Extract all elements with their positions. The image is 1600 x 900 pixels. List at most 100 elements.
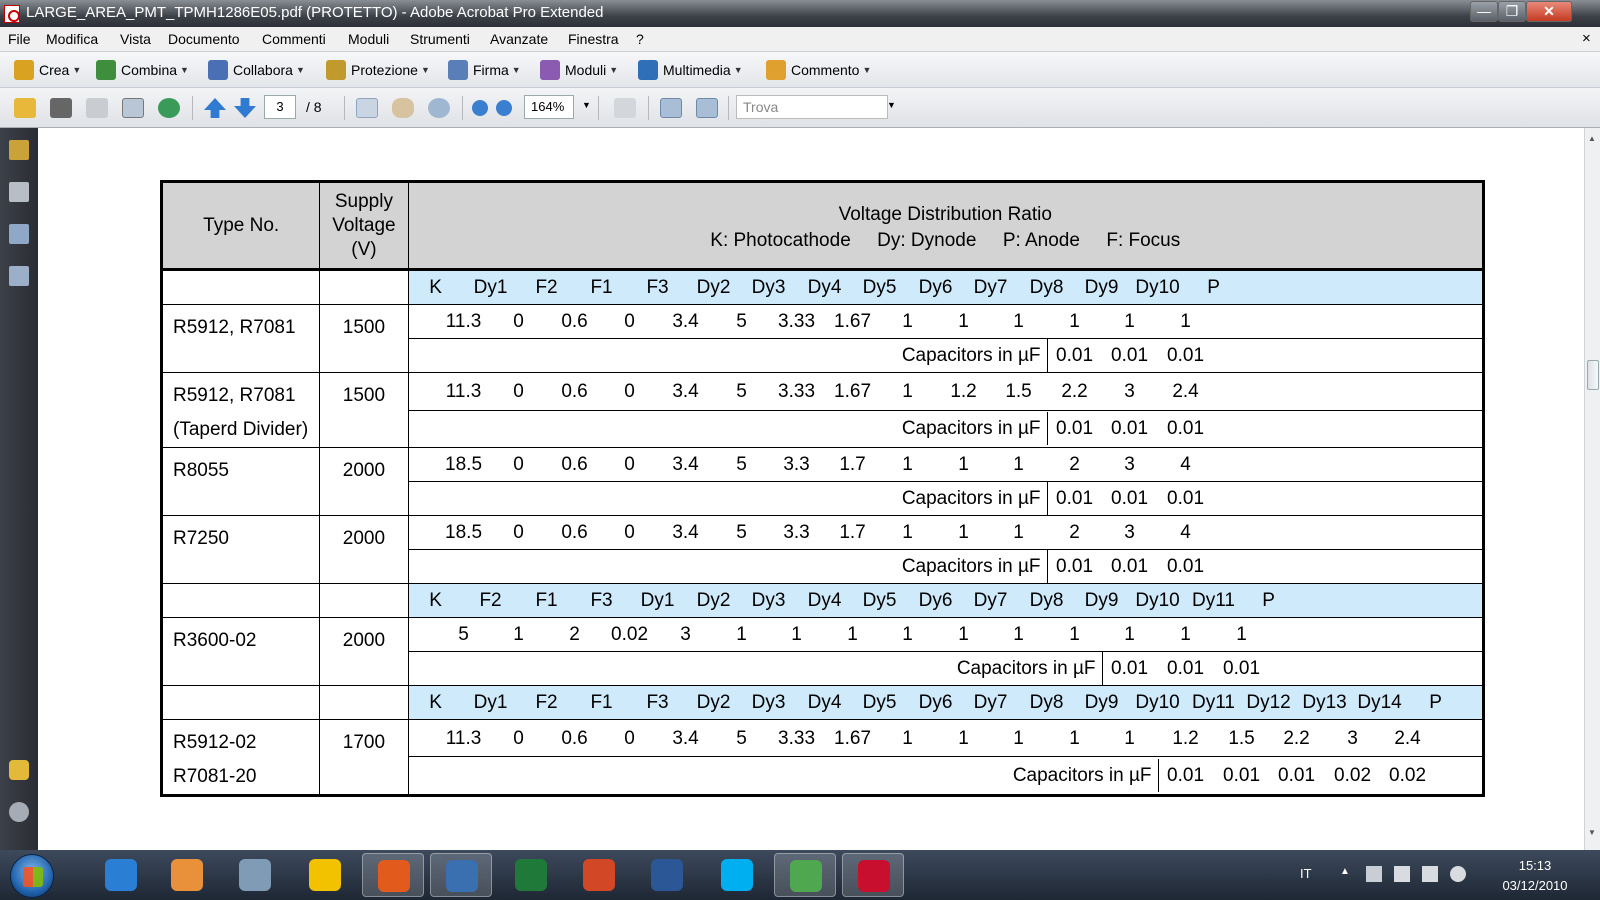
signatures-icon[interactable] bbox=[9, 266, 29, 286]
menu-help[interactable]: ? bbox=[636, 31, 644, 47]
network-tray-icon[interactable] bbox=[1422, 866, 1438, 882]
arrow-up-icon[interactable] bbox=[204, 98, 226, 118]
vertical-scrollbar[interactable]: ▲ ▼ bbox=[1584, 128, 1600, 850]
save-icon[interactable] bbox=[86, 98, 108, 118]
select-text-icon[interactable] bbox=[356, 98, 378, 118]
ratio-value: 1 bbox=[902, 727, 913, 749]
taskbar-app-button[interactable] bbox=[568, 853, 630, 897]
form-icon bbox=[540, 60, 560, 80]
ratio-value: 1.7 bbox=[839, 454, 866, 475]
start-button[interactable] bbox=[10, 854, 54, 898]
terminal-label: F1 bbox=[535, 590, 558, 611]
chevron-down-icon[interactable]: ▼ bbox=[887, 100, 896, 110]
battery-icon[interactable] bbox=[1366, 866, 1382, 882]
capacitor-value: 0.01 bbox=[1223, 658, 1261, 679]
minimize-button[interactable]: — bbox=[1470, 1, 1498, 22]
clock-time[interactable]: 15:13 bbox=[1500, 858, 1570, 873]
capacitor-value: 0.01 bbox=[1056, 345, 1094, 366]
terminal-label: K bbox=[429, 590, 442, 611]
taskbar-app-button[interactable] bbox=[636, 853, 698, 897]
task-multimedia[interactable]: Multimedia ▼ bbox=[638, 58, 743, 82]
task-firma[interactable]: Firma ▼ bbox=[448, 58, 521, 82]
share-icon[interactable] bbox=[158, 98, 180, 118]
fit-width-icon[interactable] bbox=[660, 98, 682, 118]
email-icon[interactable] bbox=[122, 98, 144, 118]
volume-icon[interactable] bbox=[1450, 866, 1466, 882]
flag-icon[interactable] bbox=[1394, 866, 1410, 882]
menu-documento[interactable]: Documento bbox=[168, 31, 240, 47]
clock-date[interactable]: 03/12/2010 bbox=[1494, 878, 1576, 893]
full-screen-icon[interactable] bbox=[696, 98, 718, 118]
capacitors-cell: Capacitors in µF 0.01 0.01 0.01 0.02 0.02 bbox=[407, 756, 1485, 796]
zoom-level-input[interactable]: 164% bbox=[524, 95, 574, 119]
taskbar-app-button[interactable] bbox=[842, 853, 904, 897]
zoom-tool-icon[interactable] bbox=[428, 98, 450, 118]
scroll-down-icon[interactable]: ▼ bbox=[1588, 828, 1596, 837]
taskbar-app-button[interactable] bbox=[706, 853, 768, 897]
document-close-button[interactable]: × bbox=[1582, 30, 1591, 47]
ratio-value: 1 bbox=[1180, 311, 1191, 332]
task-label: Moduli bbox=[565, 62, 607, 78]
zoom-out-icon[interactable] bbox=[472, 100, 488, 116]
bookmarks-icon[interactable] bbox=[9, 224, 29, 244]
terminal-label: Dy10 bbox=[1135, 277, 1180, 298]
ratio-value: 1 bbox=[958, 727, 969, 749]
taskbar-app-button[interactable] bbox=[430, 853, 492, 897]
ratio-value: 0 bbox=[624, 522, 635, 543]
menu-moduli[interactable]: Moduli bbox=[348, 31, 389, 47]
terminal-label: Dy9 bbox=[1084, 277, 1119, 298]
menu-strumenti[interactable]: Strumenti bbox=[410, 31, 470, 47]
maximize-button[interactable]: ❐ bbox=[1498, 1, 1526, 22]
scroll-up-icon[interactable]: ▲ bbox=[1588, 134, 1596, 143]
menu-vista[interactable]: Vista bbox=[120, 31, 151, 47]
language-indicator[interactable]: IT bbox=[1300, 866, 1312, 881]
taskbar-app-button[interactable] bbox=[500, 853, 562, 897]
task-combina[interactable]: Combina ▼ bbox=[96, 58, 189, 82]
menu-finestra[interactable]: Finestra bbox=[568, 31, 619, 47]
taskbar-app-button[interactable] bbox=[156, 853, 218, 897]
taskbar-app-button[interactable] bbox=[294, 853, 356, 897]
menu-file[interactable]: File bbox=[8, 31, 31, 47]
ratio-value: 1 bbox=[902, 522, 913, 543]
hand-tool-icon[interactable] bbox=[392, 98, 414, 118]
terminal-label: K bbox=[429, 692, 442, 713]
terminal-label: F2 bbox=[535, 277, 558, 298]
page-number-input[interactable]: 3 bbox=[264, 95, 296, 119]
arrow-down-icon[interactable] bbox=[234, 98, 256, 118]
security-lock-icon[interactable] bbox=[9, 140, 29, 160]
chevron-down-icon[interactable]: ▼ bbox=[582, 100, 591, 110]
toolbar-separator bbox=[648, 96, 649, 120]
task-commento[interactable]: Commento ▼ bbox=[766, 58, 871, 82]
chevron-down-icon: ▼ bbox=[609, 65, 619, 75]
close-button[interactable]: ✕ bbox=[1526, 1, 1572, 22]
scroll-thumb[interactable] bbox=[1587, 360, 1599, 390]
terminal-label: Dy7 bbox=[973, 277, 1008, 298]
task-protezione[interactable]: Protezione ▼ bbox=[326, 58, 430, 82]
zoom-in-icon[interactable] bbox=[496, 100, 512, 116]
toolbar-separator bbox=[192, 96, 193, 120]
print-icon[interactable] bbox=[50, 98, 72, 118]
comments-icon[interactable] bbox=[9, 760, 29, 780]
find-input[interactable]: Trova bbox=[736, 95, 888, 119]
task-crea[interactable]: Crea ▼ bbox=[14, 58, 81, 82]
taskbar-app-button[interactable] bbox=[224, 853, 286, 897]
task-collabora[interactable]: Collabora ▼ bbox=[208, 58, 305, 82]
taskbar-app-button[interactable] bbox=[362, 853, 424, 897]
taskbar-app-button[interactable] bbox=[90, 853, 152, 897]
taskbar-app-button[interactable] bbox=[774, 853, 836, 897]
supply-voltage: 2000 bbox=[319, 447, 409, 516]
attachments-icon[interactable] bbox=[9, 802, 29, 822]
ratio-values: 18.5 0 0.6 0 3.4 5 3.3 1.7 1 1 1 2 3 4 bbox=[409, 448, 1482, 481]
pages-icon[interactable] bbox=[9, 182, 29, 202]
type-no: R5912, R7081 bbox=[173, 385, 296, 406]
snapshot-icon[interactable] bbox=[614, 98, 636, 118]
toolbar-separator bbox=[598, 96, 599, 120]
chevron-down-icon: ▼ bbox=[511, 65, 521, 75]
tray-expand-icon[interactable]: ▲ bbox=[1340, 866, 1356, 882]
open-folder-icon[interactable] bbox=[14, 98, 36, 118]
ratio-value: 0 bbox=[513, 454, 524, 475]
menu-modifica[interactable]: Modifica bbox=[46, 31, 98, 47]
menu-commenti[interactable]: Commenti bbox=[262, 31, 326, 47]
task-moduli[interactable]: Moduli ▼ bbox=[540, 58, 618, 82]
menu-avanzate[interactable]: Avanzate bbox=[490, 31, 548, 47]
